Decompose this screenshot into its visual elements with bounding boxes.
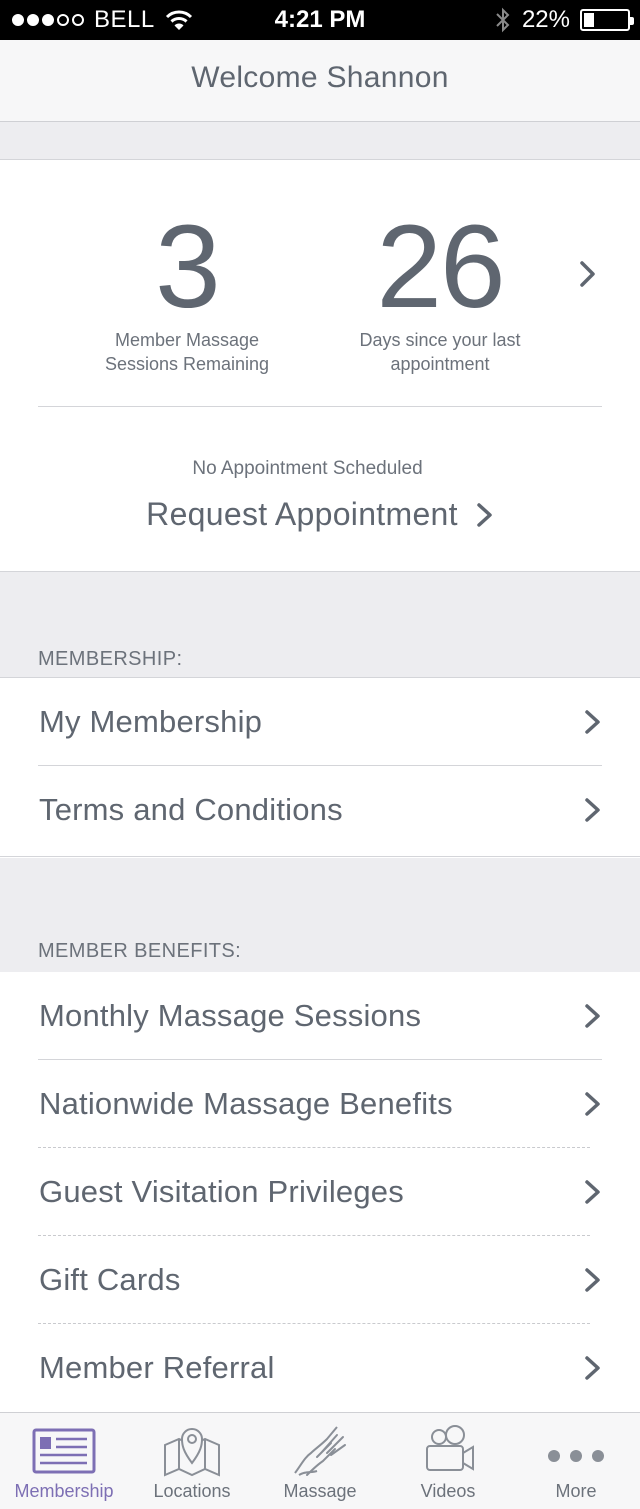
member-referral-row[interactable]: Member Referral [0,1324,640,1412]
stats-panel[interactable]: 3 Member Massage Sessions Remaining 26 D… [0,160,640,572]
page-title: Welcome Shannon [191,61,449,94]
chevron-right-icon [585,1268,600,1292]
sessions-remaining-stat: 3 Member Massage Sessions Remaining [77,208,297,376]
request-appointment-button[interactable]: Request Appointment [0,496,640,533]
spacer-band [0,122,640,160]
tab-label: Videos [420,1481,476,1501]
row-label: Gift Cards [39,1262,181,1297]
tab-locations[interactable]: Locations [128,1413,256,1509]
battery-icon [580,9,634,31]
row-label: Terms and Conditions [39,792,343,827]
benefits-section-header: MEMBER BENEFITS: [38,940,242,962]
tab-label: Membership [14,1481,114,1501]
chevron-right-icon [585,1180,600,1204]
days-since-value: 26 [376,201,505,333]
membership-section-header: MEMBERSHIP: [38,648,183,670]
chevron-right-icon [585,798,600,822]
chevron-right-icon [585,710,600,734]
battery-percentage: 22% [521,6,570,33]
nationwide-massage-benefits-row[interactable]: Nationwide Massage Benefits [0,1060,640,1148]
membership-card-icon [32,1428,96,1474]
tab-massage[interactable]: Massage [256,1413,384,1509]
row-label: Nationwide Massage Benefits [39,1086,453,1121]
sessions-remaining-label: Member Massage Sessions Remaining [104,330,270,374]
row-label: Member Referral [39,1350,275,1385]
tab-label: More [555,1481,597,1501]
my-membership-row[interactable]: My Membership [0,678,640,766]
nav-header: Welcome Shannon [0,40,640,122]
days-since-label: Days since your last appointment [359,330,521,374]
benefits-list: Monthly Massage Sessions Nationwide Mass… [0,972,640,1412]
tab-label: Locations [153,1481,231,1501]
tab-videos[interactable]: Videos [384,1413,512,1509]
gift-cards-row[interactable]: Gift Cards [0,1236,640,1324]
more-dots-icon [548,1450,604,1462]
row-label: My Membership [39,704,263,739]
sessions-remaining-value: 3 [155,201,221,333]
row-label: Monthly Massage Sessions [39,998,422,1033]
monthly-massage-sessions-row[interactable]: Monthly Massage Sessions [0,972,640,1060]
chevron-right-icon [585,1092,600,1116]
tab-label: Massage [283,1481,357,1501]
tab-more[interactable]: More [512,1413,640,1509]
bluetooth-icon [496,7,510,33]
membership-list: My Membership Terms and Conditions [0,678,640,857]
days-since-stat: 26 Days since your last appointment [330,208,550,376]
chevron-right-icon [477,502,492,527]
appointment-status: No Appointment Scheduled [192,458,423,479]
chevron-right-icon [585,1356,600,1380]
chevron-right-icon[interactable] [578,260,598,288]
map-pin-icon [164,1428,220,1477]
request-appointment-label: Request Appointment [146,496,458,532]
hand-icon [294,1426,346,1476]
tab-membership[interactable]: Membership [0,1413,128,1509]
row-label: Guest Visitation Privileges [39,1174,404,1209]
guest-visitation-privileges-row[interactable]: Guest Visitation Privileges [0,1148,640,1236]
tab-bar: Membership Locations Massage Videos More [0,1412,640,1509]
divider [38,406,602,407]
terms-and-conditions-row[interactable]: Terms and Conditions [0,766,640,854]
video-camera-icon [426,1425,474,1471]
status-bar: BELL 4:21 PM 22% [0,0,640,40]
chevron-right-icon [585,1004,600,1028]
